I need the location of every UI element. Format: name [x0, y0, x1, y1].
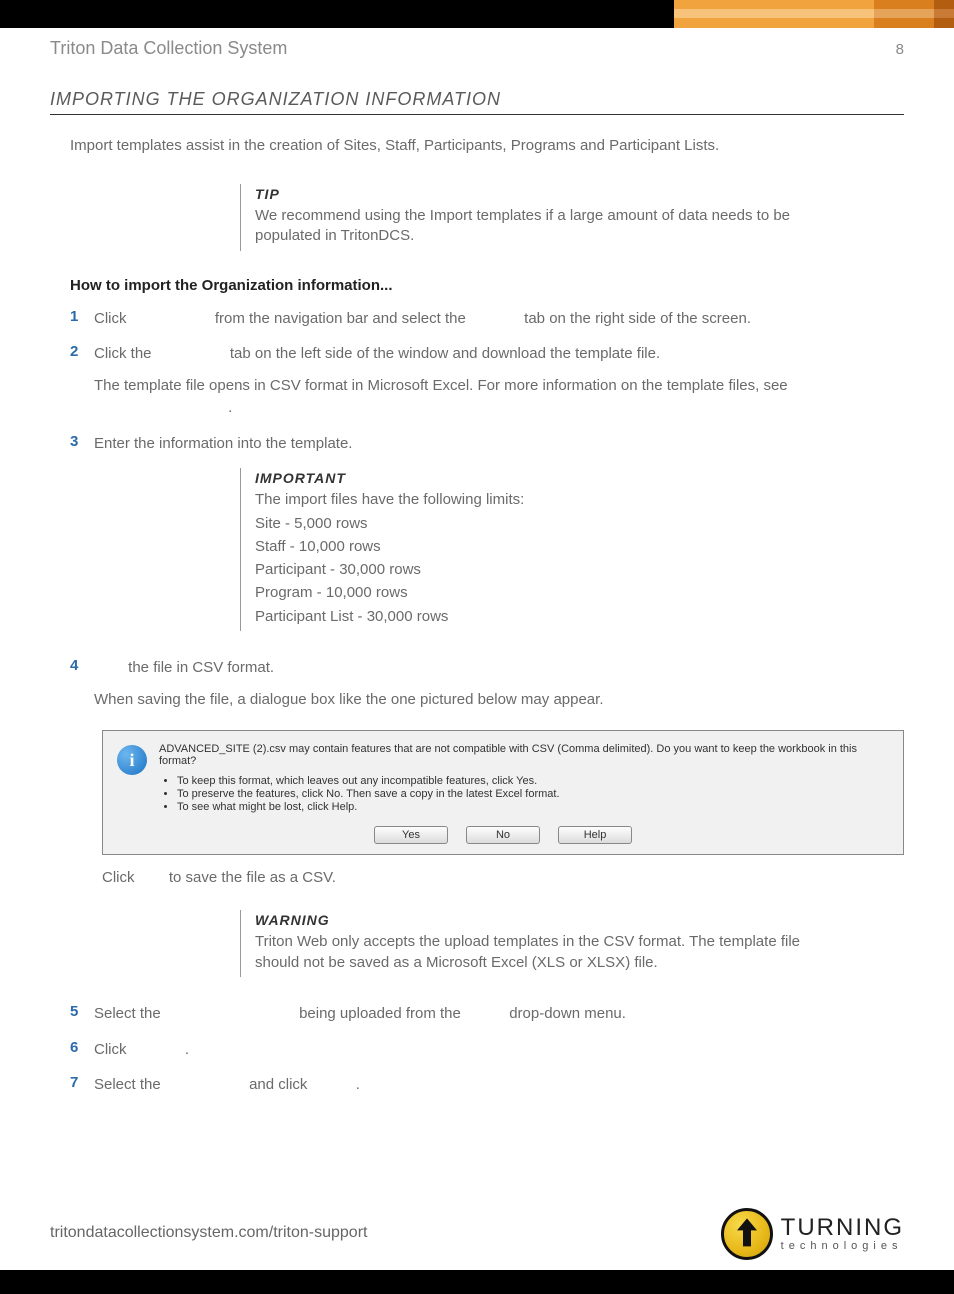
- step-2: 2 Click the tab on the left side of the …: [70, 343, 904, 418]
- steps-list: 1 Click from the navigation bar and sele…: [70, 308, 904, 455]
- step-1: 1 Click from the navigation bar and sele…: [70, 308, 904, 330]
- important-label: IMPORTANT: [255, 470, 834, 486]
- top-bar: [0, 0, 954, 28]
- step-6: 6 Click .: [70, 1039, 904, 1061]
- step-text: Click the: [94, 345, 156, 362]
- step-subtext: When saving the file, a dialogue box lik…: [94, 689, 904, 711]
- important-body: The import files have the following limi…: [255, 490, 834, 627]
- page-footer: tritondatacollectionsystem.com/triton-su…: [0, 1190, 954, 1270]
- step-number: 6: [70, 1039, 94, 1056]
- step-body: Click .: [94, 1039, 904, 1061]
- limit-row: Staff - 10,000 rows: [255, 537, 834, 557]
- page-header: Triton Data Collection System 8: [50, 38, 904, 59]
- dialog-box: i ADVANCED_SITE (2).csv may contain feat…: [102, 730, 904, 855]
- doc-title: Triton Data Collection System: [50, 38, 287, 59]
- footer-url: tritondatacollectionsystem.com/triton-su…: [50, 1224, 367, 1242]
- step-body: Click the tab on the left side of the wi…: [94, 343, 904, 418]
- logo-text-small: technologies: [781, 1241, 904, 1252]
- warning-callout: WARNING Triton Web only accepts the uplo…: [240, 910, 834, 977]
- important-callout: IMPORTANT The import files have the foll…: [240, 468, 834, 631]
- step-7: 7 Select the and click .: [70, 1074, 904, 1096]
- step-text: Select the: [94, 1076, 165, 1093]
- steps-list-continued: 4 the file in CSV format. When saving th…: [70, 657, 904, 711]
- step-text: from the navigation bar and select the: [215, 310, 470, 327]
- dialog-help-button[interactable]: Help: [558, 826, 632, 844]
- howto-title: How to import the Organization informati…: [70, 277, 904, 294]
- dialog-bullet: To keep this format, which leaves out an…: [177, 775, 889, 787]
- step-number: 2: [70, 343, 94, 360]
- step-text: .: [356, 1076, 360, 1093]
- step-text: tab on the right side of the screen.: [524, 310, 751, 327]
- step-5: 5 Select the being uploaded from the dro…: [70, 1003, 904, 1025]
- step-body: Click from the navigation bar and select…: [94, 308, 904, 330]
- step-text: Click: [94, 310, 131, 327]
- step-number: 5: [70, 1003, 94, 1020]
- steps-list-final: 5 Select the being uploaded from the dro…: [70, 1003, 904, 1096]
- step-text: .: [185, 1041, 189, 1058]
- step-4: 4 the file in CSV format. When saving th…: [70, 657, 904, 711]
- warning-text: Triton Web only accepts the upload templ…: [255, 932, 834, 973]
- step-text: tab on the left side of the window and d…: [230, 345, 660, 362]
- step-text: the file in CSV format.: [128, 659, 274, 676]
- limit-row: Participant - 30,000 rows: [255, 560, 834, 580]
- dialog-no-button[interactable]: No: [466, 826, 540, 844]
- top-bar-accent: [674, 0, 954, 28]
- step-subtext: The template file opens in CSV format in…: [94, 377, 788, 394]
- logo-text-big: TURNING: [781, 1216, 904, 1240]
- dialog-bullet: To see what might be lost, click Help.: [177, 801, 889, 813]
- step-body: the file in CSV format. When saving the …: [94, 657, 904, 711]
- step-body: Select the and click .: [94, 1074, 904, 1096]
- limit-row: Participant List - 30,000 rows: [255, 607, 834, 627]
- step-text: and click: [249, 1076, 312, 1093]
- bottom-bar: [0, 1270, 954, 1294]
- warning-label: WARNING: [255, 912, 834, 928]
- arrow-up-icon: [735, 1216, 759, 1248]
- step-text: being uploaded from the: [299, 1005, 465, 1022]
- important-lead: The import files have the following limi…: [255, 490, 834, 510]
- info-icon: i: [117, 745, 147, 775]
- after-dialog-text: Click to save the file as a CSV.: [102, 867, 904, 888]
- step-3: 3 Enter the information into the templat…: [70, 433, 904, 455]
- dialog-message: ADVANCED_SITE (2).csv may contain featur…: [159, 743, 889, 814]
- text: to save the file as a CSV.: [169, 869, 336, 886]
- step-number: 3: [70, 433, 94, 450]
- dialog-bullet: To preserve the features, click No. Then…: [177, 788, 889, 800]
- limit-row: Site - 5,000 rows: [255, 514, 834, 534]
- turning-logo: TURNING technologies: [721, 1208, 904, 1260]
- page-number: 8: [896, 41, 904, 58]
- logo-text: TURNING technologies: [781, 1216, 904, 1252]
- step-body: Select the being uploaded from the drop-…: [94, 1003, 904, 1025]
- step-body: Enter the information into the template.: [94, 433, 904, 455]
- intro-text: Import templates assist in the creation …: [70, 137, 904, 154]
- step-subtext: .: [228, 399, 232, 416]
- excel-dialog-screenshot: i ADVANCED_SITE (2).csv may contain feat…: [102, 730, 904, 855]
- text: Click: [102, 869, 139, 886]
- step-text: Click: [94, 1041, 131, 1058]
- tip-label: TIP: [255, 186, 834, 202]
- step-number: 7: [70, 1074, 94, 1091]
- step-text: Enter the information into the template.: [94, 435, 352, 452]
- limit-row: Program - 10,000 rows: [255, 583, 834, 603]
- step-number: 4: [70, 657, 94, 674]
- step-text: drop-down menu.: [509, 1005, 626, 1022]
- dialog-question: ADVANCED_SITE (2).csv may contain featur…: [159, 743, 889, 767]
- tip-callout: TIP We recommend using the Import templa…: [240, 184, 834, 251]
- dialog-yes-button[interactable]: Yes: [374, 826, 448, 844]
- logo-mark: [721, 1208, 773, 1260]
- tip-text: We recommend using the Import templates …: [255, 206, 834, 247]
- step-text: Select the: [94, 1005, 165, 1022]
- step-number: 1: [70, 308, 94, 325]
- section-title: IMPORTING THE ORGANIZATION INFORMATION: [50, 89, 904, 115]
